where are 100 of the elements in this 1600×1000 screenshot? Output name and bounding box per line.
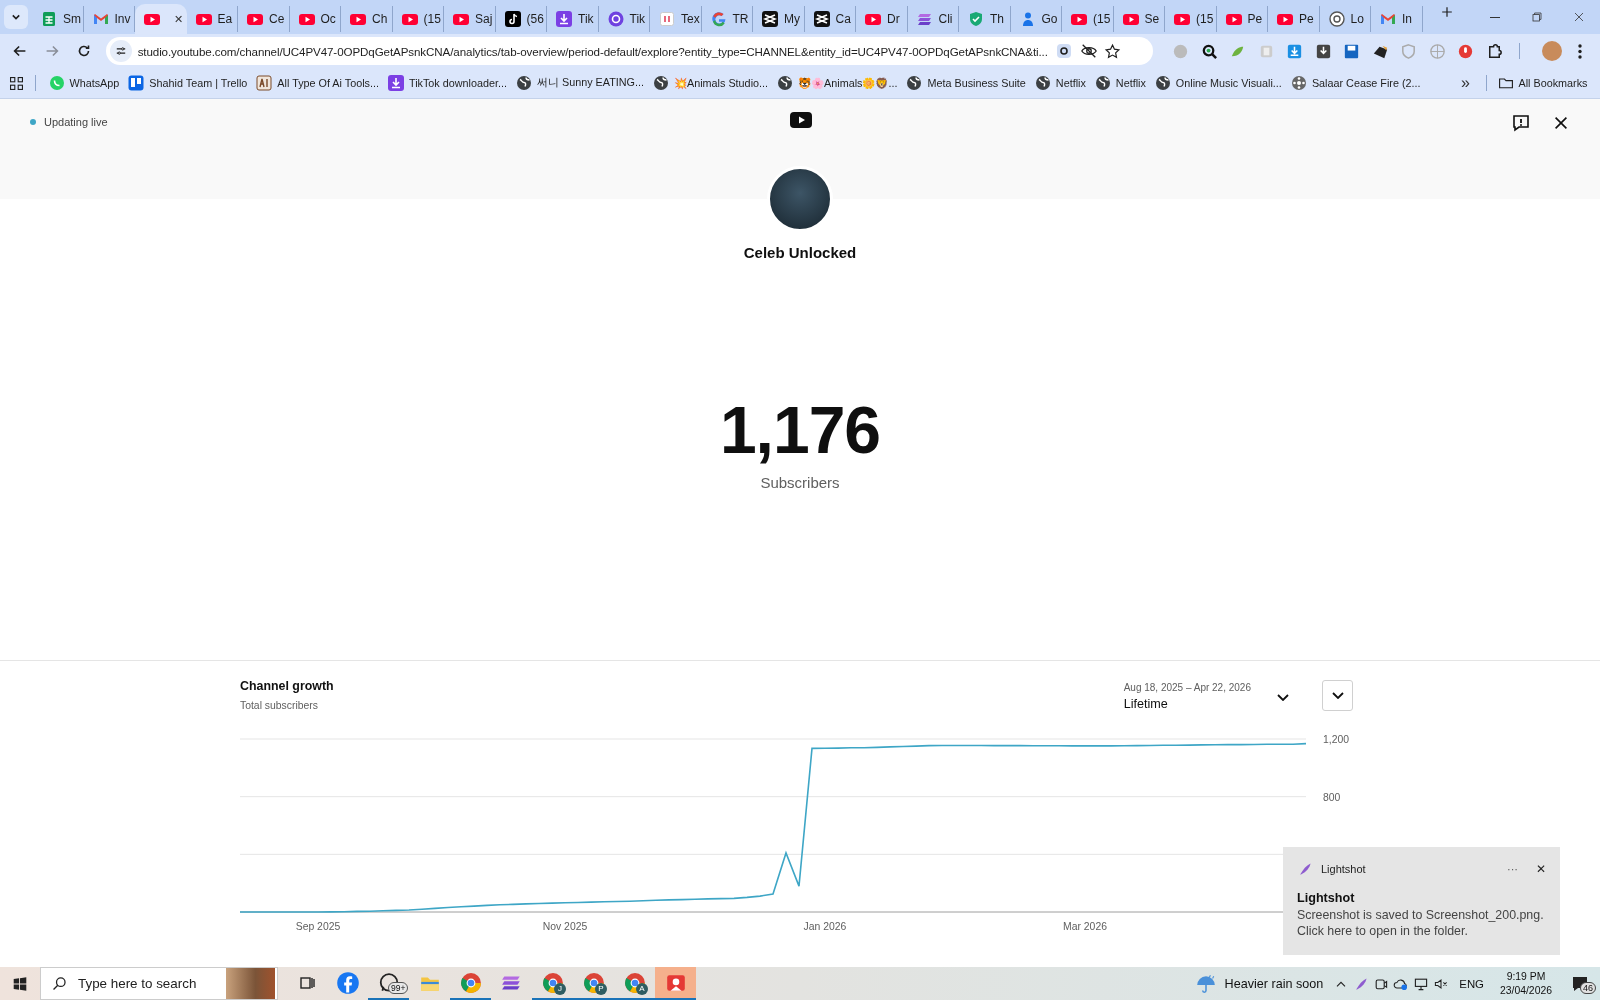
browser-tab[interactable]: Saj	[444, 6, 496, 32]
period-selector[interactable]: Aug 18, 2025 – Apr 22, 2026 Lifetime	[1123, 681, 1289, 713]
browser-tab[interactable]: ✕	[135, 4, 187, 34]
globe-icon	[1154, 75, 1171, 91]
bookmark-item[interactable]: Netflix	[1090, 71, 1151, 95]
browser-tab[interactable]: Pe	[1216, 6, 1268, 32]
notification-center-button[interactable]: 46	[1560, 967, 1600, 1000]
browser-tab[interactable]: Cli	[907, 6, 959, 32]
address-bar[interactable]: studio.youtube.com/channel/UC4PV47-0OPDqGetAPsnkCNA/analytics/tab-overview/period-default/explore?entity_type=CHANNEL&entity_id=UC4PV47-0OPDqGetAPsnkCNA&ti...	[105, 37, 1154, 65]
feedback-icon	[1511, 113, 1531, 133]
browser-tab[interactable]: Go	[1010, 6, 1062, 32]
browser-tab[interactable]: Oc	[289, 6, 341, 32]
apps-grid-icon[interactable]	[8, 74, 25, 92]
close-icon	[1552, 114, 1570, 132]
unread-badge: 99+	[388, 982, 409, 994]
browser-tab[interactable]: In	[1371, 6, 1423, 32]
taskbar-app-button[interactable]: 99+	[368, 967, 409, 1000]
app-name: Lightshot	[1321, 863, 1366, 875]
axis-label: Sep 2025	[295, 921, 341, 932]
bookmark-item[interactable]: Shahid Team | Trello	[123, 71, 252, 95]
browser-tab[interactable]: Dr	[856, 6, 908, 32]
axis-label: Nov 2025	[542, 921, 588, 932]
weather-widget[interactable]: Heavier rain soon	[1186, 972, 1332, 995]
gmail-icon	[92, 11, 109, 27]
youtube-icon	[195, 11, 212, 27]
browser-tab[interactable]: Se	[1113, 6, 1165, 32]
youtube-icon	[144, 11, 160, 27]
browser-tab[interactable]: Ch	[341, 6, 393, 32]
browser-tab[interactable]: Th	[959, 6, 1011, 32]
globe-icon	[1094, 75, 1111, 91]
minimize-icon	[1490, 16, 1500, 18]
browser-tab[interactable]: (15	[392, 6, 444, 32]
status-text: Updating live	[44, 116, 108, 128]
youtube-icon	[1071, 11, 1087, 27]
url-text: studio.youtube.com/channel/UC4PV47-0OPDqGetAPsnkCNA/analytics/tab-overview/period-default/explore?entity_type=CHANNEL&entity_id=UC4PV47-0OPDqGetAPsnkCNA&ti...	[137, 44, 1048, 58]
whatsapp-icon	[48, 75, 65, 91]
bookmark-item[interactable]: Netflix	[1030, 71, 1091, 95]
close-button[interactable]: ✕	[1526, 862, 1546, 876]
browser-tab[interactable]: Ca	[804, 6, 856, 32]
all-bookmarks-button[interactable]: All Bookmarks	[1493, 71, 1592, 95]
bookmark-item[interactable]: Online Music Visuali...	[1150, 71, 1287, 95]
bookmark-item[interactable]: 💥Animals Studio...	[648, 71, 773, 95]
chart-subtitle: Total subscribers	[240, 699, 319, 713]
bookmark-item[interactable]: WhatsApp	[44, 71, 124, 95]
youtube-icon	[298, 11, 315, 27]
youtube-icon	[401, 11, 418, 27]
browser-tab[interactable]: (15	[1062, 6, 1114, 32]
tab-search-button[interactable]	[4, 5, 28, 29]
browser-tab[interactable]: Ce	[238, 6, 290, 32]
sheets-icon	[41, 11, 57, 27]
browser-tab[interactable]: Sm	[32, 6, 84, 32]
chevron-down-icon	[1331, 692, 1344, 699]
ai-icon	[256, 75, 273, 91]
bookmark-item[interactable]: 써니 Sunny EATING...	[511, 71, 649, 95]
globe-icon	[1034, 75, 1051, 91]
browser-tab[interactable]: Tik	[547, 6, 599, 32]
taskbar-app-button[interactable]	[655, 967, 696, 1000]
gmail-icon	[1380, 11, 1396, 27]
profile-badge: A	[636, 983, 648, 995]
browser-tab[interactable]: Tik	[598, 6, 650, 32]
metric-dropdown-button[interactable]	[1322, 680, 1353, 711]
site-info-button[interactable]	[109, 40, 132, 62]
browser-tab[interactable]: (56	[495, 6, 547, 32]
clock[interactable]: 9:19 PM 23/04/2026	[1492, 969, 1560, 998]
bookmark-item[interactable]: All Type Of Ai Tools...	[251, 71, 384, 95]
bookmark-item[interactable]: TikTok downloader...	[383, 71, 512, 95]
more-vertical-icon	[1578, 43, 1583, 59]
browser-tab[interactable]: (15	[1165, 6, 1217, 32]
browser-tab[interactable]: Tex	[650, 6, 702, 32]
close-icon[interactable]: ✕	[174, 12, 183, 26]
film-icon	[1290, 75, 1307, 91]
subscriber-label: Subscribers	[760, 473, 840, 493]
trello-icon	[128, 75, 145, 91]
star-icon[interactable]	[1103, 42, 1121, 60]
taskbar-search-bar[interactable]: Type here to search	[40, 967, 278, 1000]
chart-title: Channel growth	[240, 678, 334, 695]
browser-tab[interactable]: Lo	[1319, 6, 1371, 32]
toast-notification[interactable]: Lightshot ··· ✕ Lightshot Screenshot is saved to Screenshot_200.png. Click here to open in the folder.	[1283, 847, 1560, 955]
bookmark-item[interactable]: Meta Business Suite	[901, 71, 1031, 95]
google-icon	[710, 11, 727, 27]
search-input[interactable]: Type here to search	[78, 976, 216, 991]
doc-icon	[659, 11, 675, 27]
taskbar-app-button[interactable]: J	[532, 967, 573, 1000]
youtube-icon	[1225, 11, 1242, 27]
shield-icon	[968, 11, 984, 27]
browser-tab[interactable]: TR	[701, 6, 753, 32]
more-bookmarks-button[interactable]: »	[1451, 74, 1480, 92]
more-button[interactable]: ···	[1507, 863, 1518, 875]
axis-label: Jan 2026	[803, 921, 847, 932]
browser-tab[interactable]: Ea	[186, 6, 238, 32]
language-indicator[interactable]: ENG	[1451, 977, 1492, 990]
subscriber-count: 1,176	[719, 395, 881, 465]
browser-tab[interactable]: My	[753, 6, 805, 32]
live-dot-icon	[30, 119, 36, 125]
chevron-down-icon	[1277, 693, 1289, 701]
axis-label: 1,200	[1323, 734, 1349, 745]
browser-tab[interactable]: Pe	[1268, 6, 1320, 32]
eye-off-icon[interactable]	[1079, 42, 1098, 60]
taskbar-app-button[interactable]: P	[573, 967, 614, 1000]
bookmark-item[interactable]: Salaar Cease Fire (2...	[1286, 71, 1425, 95]
